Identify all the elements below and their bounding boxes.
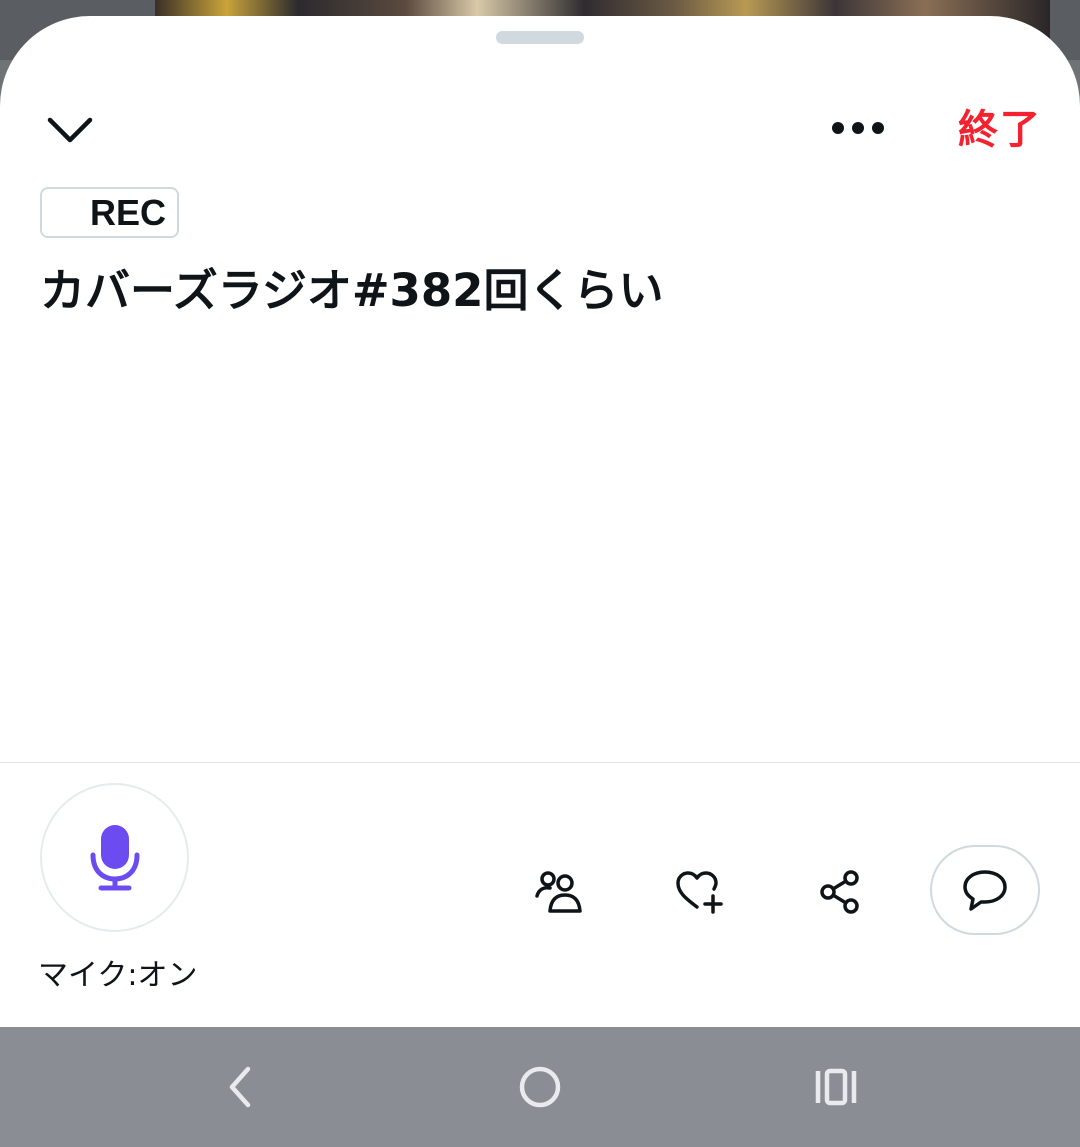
- nav-home-button[interactable]: [510, 1057, 570, 1117]
- system-navigation-bar: [0, 1027, 1080, 1147]
- microphone-button[interactable]: [40, 783, 189, 932]
- recents-icon: [815, 1068, 857, 1106]
- comment-button[interactable]: [930, 845, 1040, 935]
- back-icon: [229, 1066, 251, 1108]
- nav-back-button[interactable]: [210, 1057, 270, 1117]
- rec-badge: REC: [40, 187, 179, 238]
- space-sheet: 終了 REC カバーズラジオ#382回くらい マイク:オン: [0, 16, 1080, 1027]
- nav-recents-button[interactable]: [806, 1057, 866, 1117]
- heart-plus-icon: [676, 871, 723, 914]
- comment-icon: [963, 870, 1007, 911]
- end-space-button[interactable]: 終了: [958, 100, 1042, 160]
- share-button[interactable]: [810, 862, 872, 922]
- space-title: カバーズラジオ#382回くらい: [40, 264, 664, 317]
- collapse-button[interactable]: [40, 100, 100, 160]
- chevron-down-icon: [47, 117, 93, 143]
- add-reaction-button[interactable]: [669, 862, 731, 922]
- mic-status-label: マイク:オン: [38, 958, 198, 993]
- drag-handle[interactable]: [496, 31, 584, 44]
- rec-label: REC: [90, 192, 167, 233]
- microphone-icon: [90, 824, 139, 890]
- divider: [0, 762, 1080, 763]
- more-options-button[interactable]: [826, 108, 890, 148]
- home-icon: [519, 1066, 561, 1108]
- share-icon: [820, 870, 859, 914]
- more-horizontal-icon: [832, 122, 884, 134]
- people-icon: [535, 871, 582, 913]
- people-button[interactable]: [528, 862, 590, 922]
